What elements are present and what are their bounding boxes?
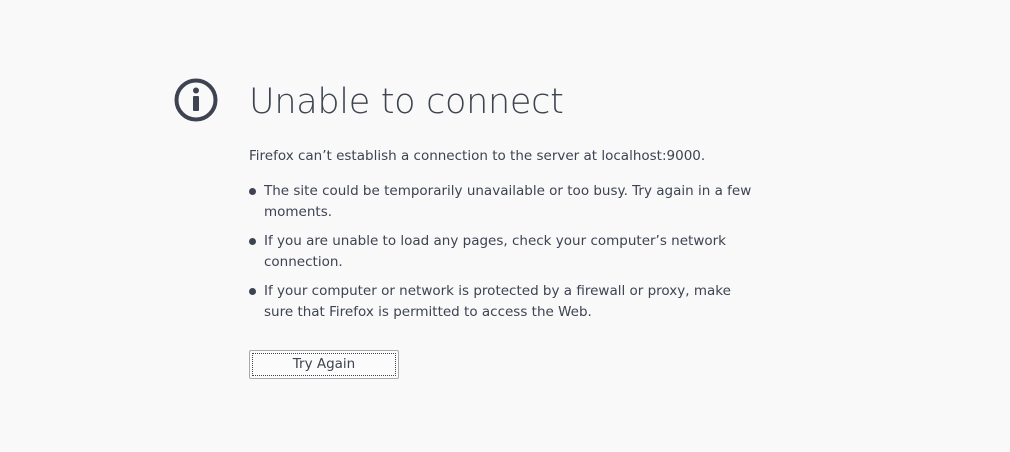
- reason-text: If your computer or network is protected…: [264, 283, 731, 320]
- error-container: Unable to connect Firefox can’t establis…: [249, 80, 769, 379]
- reasons-list: The site could be temporarily unavailabl…: [249, 181, 769, 323]
- reason-text: The site could be temporarily unavailabl…: [264, 183, 752, 220]
- list-item: If you are unable to load any pages, che…: [249, 231, 764, 273]
- list-item: If your computer or network is protected…: [249, 281, 764, 323]
- try-again-label: Try Again: [252, 353, 396, 376]
- error-description: Firefox can’t establish a connection to …: [249, 148, 706, 164]
- list-item: The site could be temporarily unavailabl…: [249, 181, 764, 223]
- reason-text: If you are unable to load any pages, che…: [264, 233, 726, 270]
- bullet-icon: [249, 288, 256, 295]
- info-icon: [173, 77, 219, 123]
- bullet-icon: [249, 188, 256, 195]
- page-title: Unable to connect: [249, 82, 564, 122]
- bullet-icon: [249, 238, 256, 245]
- try-again-button[interactable]: Try Again: [249, 350, 399, 379]
